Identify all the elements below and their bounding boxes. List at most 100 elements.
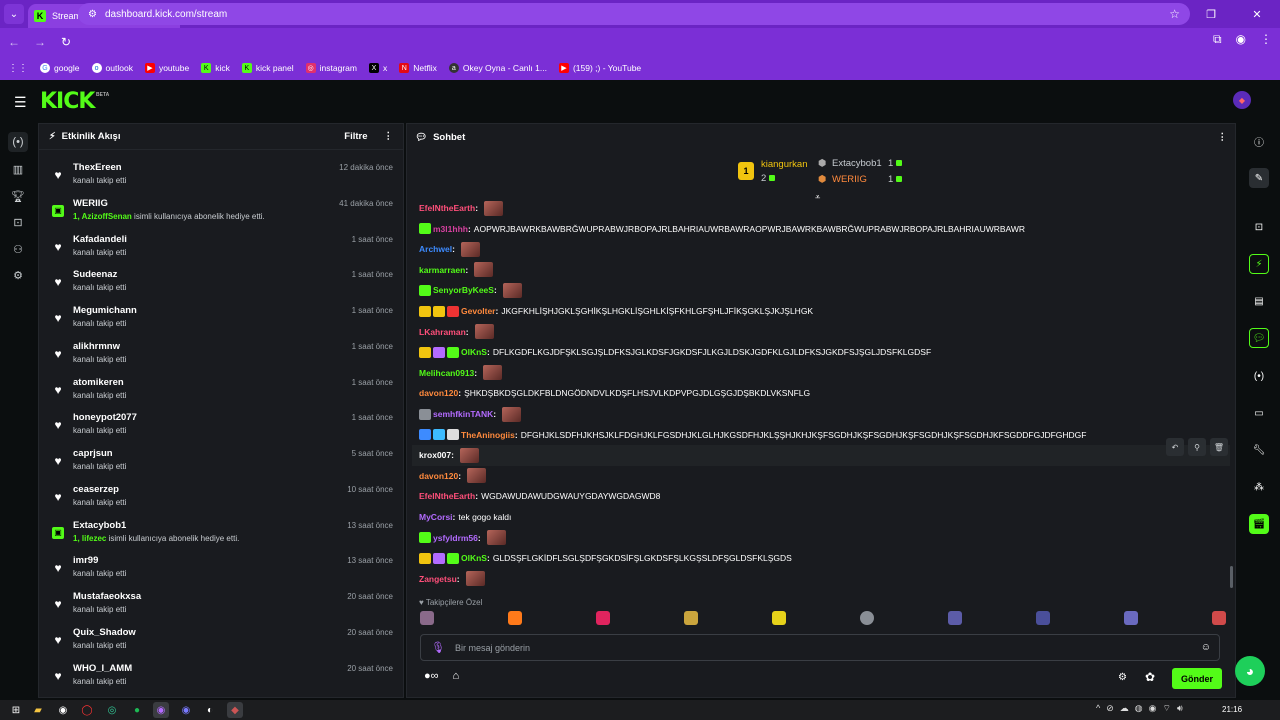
bookmark-youtube[interactable]: ▶ youtube bbox=[144, 63, 189, 73]
chat-message[interactable]: ysfyldrm56: bbox=[419, 529, 506, 547]
tray-steam-icon[interactable]: ◉ bbox=[1149, 703, 1157, 714]
chat-username[interactable]: OlKnS: bbox=[461, 553, 490, 563]
pin-icon[interactable]: ⚲ bbox=[1188, 438, 1206, 456]
chat-message[interactable]: Archwel: bbox=[419, 240, 480, 258]
chat-message[interactable]: SenyorByKeeS: bbox=[419, 281, 522, 299]
discord-icon[interactable]: ◉ bbox=[178, 702, 194, 718]
reply-icon[interactable]: ↶ bbox=[1166, 438, 1184, 456]
opera-icon[interactable]: ◯ bbox=[79, 702, 95, 718]
activity-user-name[interactable]: WERIIG bbox=[73, 198, 108, 209]
chat-username[interactable]: karmarraen: bbox=[419, 265, 468, 275]
emote-icon[interactable] bbox=[508, 611, 522, 625]
chat-username[interactable]: davon120: bbox=[419, 388, 461, 398]
edit-icon[interactable]: ✎ bbox=[1249, 168, 1269, 188]
reload-icon[interactable]: ↻ bbox=[54, 35, 78, 49]
notes-icon[interactable]: ▤ bbox=[1249, 291, 1269, 311]
support-chat-button[interactable]: ◕ bbox=[1235, 656, 1265, 686]
app-taskbar-icon[interactable]: ◆ bbox=[227, 702, 243, 718]
chat-message-input[interactable] bbox=[454, 642, 1201, 653]
chat-message[interactable]: EfeINtheEarth: WGDAWUDAWUDGWAUYGDAYWGDAGW… bbox=[419, 487, 660, 505]
chat-username[interactable]: Zangetsu: bbox=[419, 574, 460, 584]
activity-item[interactable]: ♥ alikhrmnw kanalı takip etti 1 saat önce bbox=[39, 336, 403, 372]
emote-icon[interactable] bbox=[772, 611, 786, 625]
bookmark-kick[interactable]: Kkick bbox=[201, 63, 230, 73]
gift-recipient[interactable]: 1, AzizoffSenan bbox=[73, 212, 132, 221]
back-icon[interactable]: ← bbox=[2, 35, 26, 49]
activity-user-name[interactable]: Extacybob1 bbox=[73, 520, 126, 531]
restore-icon[interactable]: ❐ bbox=[1188, 0, 1234, 28]
chat-username[interactable]: krox007: bbox=[419, 450, 454, 460]
activity-user-name[interactable]: Quix_Shadow bbox=[73, 627, 136, 638]
activity-item[interactable]: ♥ Mustafaeokxsa kanalı takip etti 20 saat ö… bbox=[39, 586, 403, 622]
emote-icon[interactable] bbox=[948, 611, 962, 625]
monitor-icon[interactable]: ▭ bbox=[1249, 403, 1269, 423]
chat-message[interactable]: OlKnS: GLDSŞFLGKİDFLSGLŞDFŞGKDSİFŞLGKDSFŞ… bbox=[419, 549, 792, 567]
gift-recipient[interactable]: 1, lifezec bbox=[73, 534, 106, 543]
tray-network-icon[interactable]: ⌔ bbox=[1163, 703, 1171, 714]
camera-scan-icon[interactable]: ⊡ bbox=[1249, 217, 1269, 237]
emote-icon[interactable] bbox=[1036, 611, 1050, 625]
activity-user-name[interactable]: Mustafaeokxsa bbox=[73, 591, 141, 602]
activity-item[interactable]: ♥ Kafadandeli kanalı takip etti 1 saat önce bbox=[39, 229, 403, 265]
emoji-icon[interactable]: ☺ bbox=[1201, 642, 1211, 653]
store-icon[interactable]: ⌂ bbox=[453, 670, 460, 682]
chat-message[interactable]: MyCorsi: tek gogo kaldı bbox=[419, 508, 511, 526]
chat-message[interactable]: karmarraen: bbox=[419, 261, 494, 279]
activity-more-icon[interactable]: ⋮ bbox=[384, 131, 394, 142]
activity-item[interactable]: ♥ Megumichann kanalı takip etti 1 saat önce bbox=[39, 300, 403, 336]
leaderboard-top-name[interactable]: kiangurkan bbox=[761, 159, 807, 170]
trophy-icon[interactable]: 🏆︎ bbox=[8, 186, 28, 206]
activity-item[interactable]: ♥ atomikeren kanalı takip etti 1 saat önce bbox=[39, 372, 403, 408]
chat-username[interactable]: Melihcan0913: bbox=[419, 368, 477, 378]
activity-user-name[interactable]: atomikeren bbox=[73, 377, 124, 388]
stream-broadcast-icon[interactable]: (•) bbox=[8, 132, 28, 152]
kick-logo[interactable]: KICK bbox=[40, 89, 95, 114]
emote-icon[interactable] bbox=[860, 611, 874, 625]
chat-message[interactable]: TheAninogiis: DFGHJKLSDFHJKHSJKLFDGHJKLFG… bbox=[419, 426, 1086, 444]
delete-icon[interactable]: 🗑︎ bbox=[1210, 438, 1228, 456]
activity-user-name[interactable]: Sudeenaz bbox=[73, 269, 117, 280]
bookmark-instagram[interactable]: ◎ instagram bbox=[305, 63, 357, 73]
chat-message[interactable]: Zangetsu: bbox=[419, 570, 485, 588]
wrench-icon[interactable]: 🔧︎ bbox=[1249, 440, 1269, 460]
bookmark-youtube-video[interactable]: ▶ (159) ;) - YouTube bbox=[558, 63, 641, 73]
forward-icon[interactable]: → bbox=[28, 35, 52, 49]
activity-item[interactable]: ▣ Extacybob1 1, lifezec isimli kullanıcıya… bbox=[39, 515, 403, 551]
taskbar-clock[interactable]: 21:16 bbox=[1222, 705, 1242, 714]
apps-grid-icon[interactable]: ⋮⋮ bbox=[8, 63, 28, 74]
activity-item[interactable]: ▣ WERIIG 1, AzizoffSenan isimli kullanıcıy… bbox=[39, 193, 403, 229]
browser-taskbar-icon[interactable]: ◉ bbox=[153, 702, 169, 718]
steam-icon[interactable]: ◉ bbox=[55, 702, 71, 718]
activity-item[interactable]: ♥ Sudeenaz kanalı takip etti 1 saat önce bbox=[39, 264, 403, 300]
broadcast-icon[interactable]: (•) bbox=[1249, 366, 1269, 386]
expand-leaderboard-icon[interactable]: ⩡ bbox=[815, 192, 820, 203]
file-explorer-icon[interactable]: ▰ bbox=[30, 702, 46, 718]
bookmark-x[interactable]: Xx bbox=[368, 63, 387, 73]
chat-message[interactable]: Melihcan0913: bbox=[419, 364, 503, 382]
chat-input-box[interactable]: 🎙︎ ☺ bbox=[420, 634, 1220, 661]
profile-icon[interactable]: ◉ bbox=[1236, 32, 1246, 47]
chat-username[interactable]: TheAninogiis: bbox=[461, 430, 518, 440]
activity-user-name[interactable]: caprjsun bbox=[73, 448, 113, 459]
bookmark-star-icon[interactable]: ☆ bbox=[1169, 7, 1180, 21]
chat-message[interactable]: LKahraman: bbox=[419, 323, 494, 341]
activity-user-name[interactable]: ThexEreen bbox=[73, 162, 122, 173]
tray-shield-icon[interactable]: ◍ bbox=[1135, 703, 1143, 714]
bookmark-kick-panel[interactable]: Kkick panel bbox=[241, 63, 294, 73]
extensions-icon[interactable]: ⧉ bbox=[1213, 32, 1222, 47]
points-icon[interactable]: ●∞ bbox=[424, 670, 439, 682]
activity-user-name[interactable]: honeypot2077 bbox=[73, 412, 137, 423]
chat-settings-icon[interactable]: ⚙ bbox=[1118, 672, 1127, 683]
url-field[interactable]: ⚙ dashboard.kick.com/stream ☆ bbox=[78, 3, 1190, 25]
chat-username[interactable]: davon120: bbox=[419, 471, 461, 481]
chat-username[interactable]: SenyorByKeeS: bbox=[433, 285, 497, 295]
activity-item[interactable]: ♥ imr99 kanalı takip etti 13 saat önce bbox=[39, 550, 403, 586]
activity-user-name[interactable]: Megumichann bbox=[73, 305, 137, 316]
tab-search-icon[interactable]: ⌄ bbox=[4, 4, 24, 24]
activity-user-name[interactable]: alikhrmnw bbox=[73, 341, 120, 352]
channel-points-icon[interactable]: ✿ bbox=[1145, 670, 1155, 684]
filter-button[interactable]: Filtre bbox=[344, 131, 367, 142]
chat-message[interactable]: davon120: bbox=[419, 467, 487, 485]
emote-icon[interactable] bbox=[684, 611, 698, 625]
community-icon[interactable]: ⚇ bbox=[8, 239, 28, 259]
